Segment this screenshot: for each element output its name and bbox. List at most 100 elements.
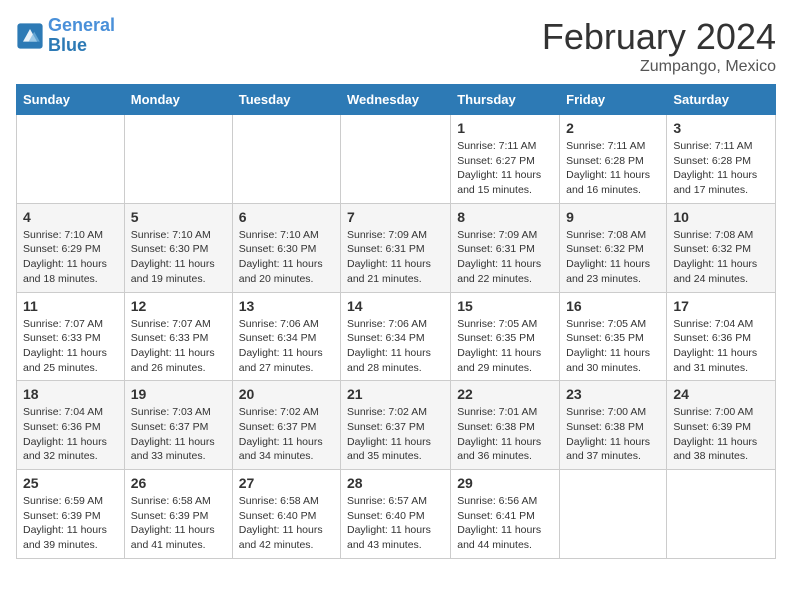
calendar-cell: 25 Sunrise: 6:59 AMSunset: 6:39 PMDayligh… xyxy=(17,470,125,559)
day-info: Sunrise: 7:10 AMSunset: 6:29 PMDaylight:… xyxy=(23,228,118,287)
day-number: 25 xyxy=(23,475,118,491)
weekday-header-friday: Friday xyxy=(560,85,667,115)
day-number: 11 xyxy=(23,298,118,314)
day-number: 12 xyxy=(131,298,226,314)
day-info: Sunrise: 7:10 AMSunset: 6:30 PMDaylight:… xyxy=(239,228,334,287)
day-info: Sunrise: 7:09 AMSunset: 6:31 PMDaylight:… xyxy=(347,228,444,287)
day-info: Sunrise: 7:10 AMSunset: 6:30 PMDaylight:… xyxy=(131,228,226,287)
calendar-cell xyxy=(560,470,667,559)
calendar-cell: 9 Sunrise: 7:08 AMSunset: 6:32 PMDaylight… xyxy=(560,203,667,292)
calendar-cell: 24 Sunrise: 7:00 AMSunset: 6:39 PMDayligh… xyxy=(667,381,776,470)
day-info: Sunrise: 7:00 AMSunset: 6:38 PMDaylight:… xyxy=(566,405,660,464)
day-number: 10 xyxy=(673,209,769,225)
calendar-cell: 6 Sunrise: 7:10 AMSunset: 6:30 PMDaylight… xyxy=(232,203,340,292)
calendar-week-5: 25 Sunrise: 6:59 AMSunset: 6:39 PMDayligh… xyxy=(17,470,776,559)
day-info: Sunrise: 7:08 AMSunset: 6:32 PMDaylight:… xyxy=(566,228,660,287)
day-number: 23 xyxy=(566,386,660,402)
day-info: Sunrise: 7:06 AMSunset: 6:34 PMDaylight:… xyxy=(347,317,444,376)
day-info: Sunrise: 7:06 AMSunset: 6:34 PMDaylight:… xyxy=(239,317,334,376)
day-number: 2 xyxy=(566,120,660,136)
day-number: 8 xyxy=(457,209,553,225)
weekday-header-tuesday: Tuesday xyxy=(232,85,340,115)
calendar-week-3: 11 Sunrise: 7:07 AMSunset: 6:33 PMDayligh… xyxy=(17,292,776,381)
calendar-cell: 4 Sunrise: 7:10 AMSunset: 6:29 PMDaylight… xyxy=(17,203,125,292)
page-header: General Blue February 2024 Zumpango, Mex… xyxy=(16,16,776,76)
day-number: 26 xyxy=(131,475,226,491)
day-info: Sunrise: 7:05 AMSunset: 6:35 PMDaylight:… xyxy=(566,317,660,376)
calendar-cell: 7Sunrise: 7:09 AMSunset: 6:31 PMDaylight… xyxy=(341,203,451,292)
calendar-cell: 18 Sunrise: 7:04 AMSunset: 6:36 PMDayligh… xyxy=(17,381,125,470)
day-number: 4 xyxy=(23,209,118,225)
calendar-cell xyxy=(667,470,776,559)
calendar-cell: 12 Sunrise: 7:07 AMSunset: 6:33 PMDayligh… xyxy=(124,292,232,381)
day-info: Sunrise: 7:11 AMSunset: 6:27 PMDaylight:… xyxy=(457,139,553,198)
calendar-cell: 27 Sunrise: 6:58 AMSunset: 6:40 PMDayligh… xyxy=(232,470,340,559)
calendar-cell: 22 Sunrise: 7:01 AMSunset: 6:38 PMDayligh… xyxy=(451,381,560,470)
day-number: 29 xyxy=(457,475,553,491)
day-number: 5 xyxy=(131,209,226,225)
day-number: 9 xyxy=(566,209,660,225)
calendar-cell xyxy=(17,115,125,204)
day-info: Sunrise: 7:04 AMSunset: 6:36 PMDaylight:… xyxy=(673,317,769,376)
calendar-cell: 1 Sunrise: 7:11 AMSunset: 6:27 PMDaylight… xyxy=(451,115,560,204)
weekday-header-row: SundayMondayTuesdayWednesdayThursdayFrid… xyxy=(17,85,776,115)
calendar-cell: 10 Sunrise: 7:08 AMSunset: 6:32 PMDayligh… xyxy=(667,203,776,292)
day-number: 24 xyxy=(673,386,769,402)
weekday-header-monday: Monday xyxy=(124,85,232,115)
calendar-cell: 28 Sunrise: 6:57 AMSunset: 6:40 PMDayligh… xyxy=(341,470,451,559)
calendar-cell: 21 Sunrise: 7:02 AMSunset: 6:37 PMDayligh… xyxy=(341,381,451,470)
calendar-cell: 8 Sunrise: 7:09 AMSunset: 6:31 PMDaylight… xyxy=(451,203,560,292)
day-number: 17 xyxy=(673,298,769,314)
logo: General Blue xyxy=(16,16,115,56)
day-info: Sunrise: 7:07 AMSunset: 6:33 PMDaylight:… xyxy=(131,317,226,376)
day-info: Sunrise: 7:09 AMSunset: 6:31 PMDaylight:… xyxy=(457,228,553,287)
calendar-cell: 19 Sunrise: 7:03 AMSunset: 6:37 PMDayligh… xyxy=(124,381,232,470)
day-info: Sunrise: 7:02 AMSunset: 6:37 PMDaylight:… xyxy=(347,405,444,464)
weekday-header-wednesday: Wednesday xyxy=(341,85,451,115)
calendar-cell xyxy=(232,115,340,204)
day-info: Sunrise: 6:56 AMSunset: 6:41 PMDaylight:… xyxy=(457,494,553,553)
calendar-cell: 17 Sunrise: 7:04 AMSunset: 6:36 PMDayligh… xyxy=(667,292,776,381)
calendar-week-1: 1 Sunrise: 7:11 AMSunset: 6:27 PMDaylight… xyxy=(17,115,776,204)
calendar-week-4: 18 Sunrise: 7:04 AMSunset: 6:36 PMDayligh… xyxy=(17,381,776,470)
calendar-cell xyxy=(124,115,232,204)
calendar-cell: 2Sunrise: 7:11 AMSunset: 6:28 PMDaylight… xyxy=(560,115,667,204)
calendar-subtitle: Zumpango, Mexico xyxy=(542,58,776,76)
calendar-table: SundayMondayTuesdayWednesdayThursdayFrid… xyxy=(16,84,776,559)
day-info: Sunrise: 6:59 AMSunset: 6:39 PMDaylight:… xyxy=(23,494,118,553)
day-info: Sunrise: 6:58 AMSunset: 6:40 PMDaylight:… xyxy=(239,494,334,553)
calendar-cell: 29 Sunrise: 6:56 AMSunset: 6:41 PMDayligh… xyxy=(451,470,560,559)
day-number: 19 xyxy=(131,386,226,402)
day-info: Sunrise: 7:03 AMSunset: 6:37 PMDaylight:… xyxy=(131,405,226,464)
calendar-cell: 16 Sunrise: 7:05 AMSunset: 6:35 PMDayligh… xyxy=(560,292,667,381)
day-info: Sunrise: 7:01 AMSunset: 6:38 PMDaylight:… xyxy=(457,405,553,464)
day-info: Sunrise: 6:57 AMSunset: 6:40 PMDaylight:… xyxy=(347,494,444,553)
weekday-header-saturday: Saturday xyxy=(667,85,776,115)
calendar-cell: 5 Sunrise: 7:10 AMSunset: 6:30 PMDaylight… xyxy=(124,203,232,292)
day-info: Sunrise: 7:00 AMSunset: 6:39 PMDaylight:… xyxy=(673,405,769,464)
calendar-cell: 13Sunrise: 7:06 AMSunset: 6:34 PMDayligh… xyxy=(232,292,340,381)
day-number: 27 xyxy=(239,475,334,491)
calendar-cell: 14Sunrise: 7:06 AMSunset: 6:34 PMDayligh… xyxy=(341,292,451,381)
logo-general: General xyxy=(48,15,115,35)
logo-text: General Blue xyxy=(48,16,115,56)
day-number: 15 xyxy=(457,298,553,314)
day-number: 6 xyxy=(239,209,334,225)
day-number: 18 xyxy=(23,386,118,402)
calendar-cell: 23 Sunrise: 7:00 AMSunset: 6:38 PMDayligh… xyxy=(560,381,667,470)
calendar-cell: 11 Sunrise: 7:07 AMSunset: 6:33 PMDayligh… xyxy=(17,292,125,381)
day-info: Sunrise: 7:08 AMSunset: 6:32 PMDaylight:… xyxy=(673,228,769,287)
day-info: Sunrise: 7:11 AMSunset: 6:28 PMDaylight:… xyxy=(673,139,769,198)
logo-blue: Blue xyxy=(48,35,87,55)
day-info: Sunrise: 7:02 AMSunset: 6:37 PMDaylight:… xyxy=(239,405,334,464)
day-number: 21 xyxy=(347,386,444,402)
title-block: February 2024 Zumpango, Mexico xyxy=(542,16,776,76)
day-info: Sunrise: 7:07 AMSunset: 6:33 PMDaylight:… xyxy=(23,317,118,376)
day-number: 22 xyxy=(457,386,553,402)
day-number: 16 xyxy=(566,298,660,314)
calendar-week-2: 4 Sunrise: 7:10 AMSunset: 6:29 PMDaylight… xyxy=(17,203,776,292)
day-info: Sunrise: 7:04 AMSunset: 6:36 PMDaylight:… xyxy=(23,405,118,464)
calendar-cell: 3Sunrise: 7:11 AMSunset: 6:28 PMDaylight… xyxy=(667,115,776,204)
day-number: 28 xyxy=(347,475,444,491)
day-number: 1 xyxy=(457,120,553,136)
